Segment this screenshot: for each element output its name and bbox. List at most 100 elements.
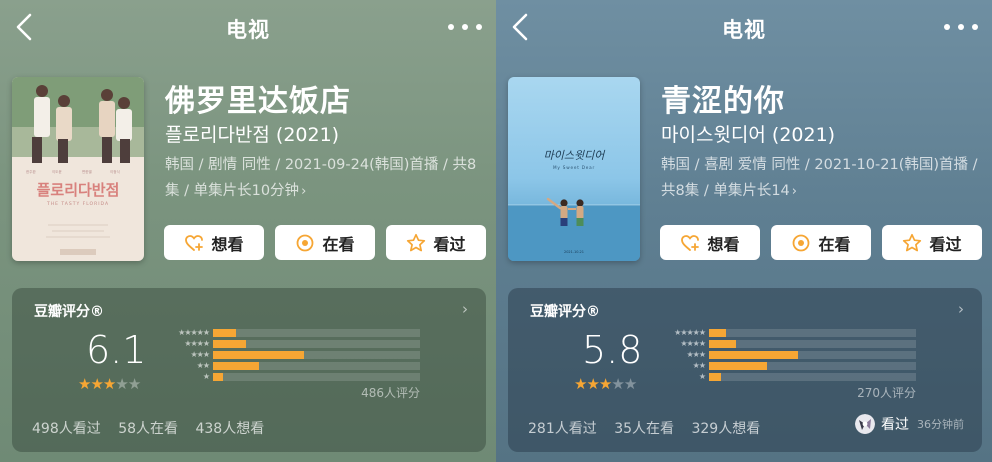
poster[interactable]: 한주완 이도윤 변한별 이정식 플로리다반점 THE TASTY FLORIDA [12,77,144,261]
histogram-bar [709,373,722,381]
histogram-row: ★★★★ [654,339,924,349]
chevron-right-icon[interactable]: › [462,300,468,318]
show-meta-text: 韩国 / 剧情 同性 / 2021-09-24(韩国)首播 / 共8集 / 单集… [165,157,477,199]
histogram-row: ★★ [654,361,924,371]
histogram-star-label: ★ [698,372,706,381]
histogram-row: ★ [654,372,924,382]
more-icon [448,24,454,30]
watched-button[interactable]: 看过 [882,225,982,260]
star-empty-icon: ★ [127,375,141,393]
rating-count: 486人评分 [361,386,420,400]
histogram-track [213,329,420,337]
watching-count: 35人在看 [614,421,675,437]
watched-count: 498人看过 [32,421,101,437]
avatar [855,414,875,434]
target-icon [297,234,314,251]
friend-activity[interactable]: 看过 36分钟前 [855,414,964,434]
histogram-row: ★ [158,372,428,382]
chevron-right-icon[interactable]: › [958,300,964,318]
histogram-star-label: ★ [202,372,210,381]
svg-text:2021.10.21: 2021.10.21 [564,250,584,254]
activity-label: 看过 [881,417,909,433]
star-empty-icon: ★ [611,375,624,393]
poster-subtitle: My Sweet Dear [553,165,595,170]
histogram-track [709,329,916,337]
histogram-row: ★★★★★ [158,328,428,338]
show-original-title: 플로리다반점 (2021) [165,124,340,146]
nav-title: 电视 [226,18,270,42]
right-panel: 电视 마이스윗디어 My Sweet Dear 2021.10.21 青涩的你 … [496,0,992,462]
watching-button[interactable]: 在看 [771,225,871,260]
target-icon [793,234,810,251]
rating-score: 5.8 [582,328,643,372]
histogram-bar [213,329,236,337]
histogram-track [213,340,420,348]
heart-plus-icon [681,234,700,251]
watching-label: 在看 [322,234,355,254]
histogram-track [213,362,420,370]
more-button[interactable] [448,16,482,38]
histogram-row: ★★★★★ [654,328,924,338]
histogram-row: ★★ [158,361,428,371]
watched-label: 看过 [433,234,466,254]
histogram-row: ★★★ [654,350,924,360]
histogram-track [709,373,916,381]
want-button[interactable]: 想看 [164,225,264,260]
rating-count: 270人评分 [857,386,916,400]
svg-text:변한별: 변한별 [82,169,92,174]
poster[interactable]: 마이스윗디어 My Sweet Dear 2021.10.21 [508,77,640,261]
poster-subtitle: THE TASTY FLORIDA [46,201,109,207]
star-filled-icon: ★ [102,375,116,393]
star-outline-icon [903,233,922,251]
svg-text:한주완: 한주완 [26,169,36,174]
star-filled-icon: ★ [586,375,599,393]
histogram-bar [213,340,247,348]
chevron-right-icon: › [791,184,797,199]
star-empty-icon: ★ [623,375,637,393]
rating-histogram: ★★★★★ ★★★★ ★★★ ★★ ★ [654,328,924,385]
heart-plus-icon [185,234,204,251]
rating-stars: ★★★★★ [78,375,141,393]
rating-histogram: ★★★★★ ★★★★ ★★★ ★★ ★ [158,328,428,385]
show-meta[interactable]: 韩国 / 剧情 同性 / 2021-09-24(韩国)首播 / 共8集 / 单集… [165,152,483,205]
top-bar: 电视 [496,0,992,54]
histogram-bar [213,362,259,370]
histogram-bar [709,340,736,348]
histogram-bar [709,351,798,359]
audience-stats: 281人看过 35人在看 329人想看 [528,418,773,438]
show-title: 青涩的你 [661,84,785,119]
histogram-track [213,351,420,359]
more-button[interactable] [944,16,978,38]
nav-title: 电视 [722,18,766,42]
want-label: 想看 [707,234,740,254]
want-button[interactable]: 想看 [660,225,760,260]
audience-stats: 498人看过 58人在看 438人想看 [32,418,277,438]
poster-title: 플로리다반점 [37,181,120,199]
watching-label: 在看 [818,234,851,254]
star-empty-icon: ★ [115,375,128,393]
star-filled-icon: ★ [574,375,587,393]
histogram-bar [213,351,305,359]
more-icon [944,24,950,30]
histogram-track [709,362,916,370]
want-label: 想看 [211,234,244,254]
top-bar: 电视 [0,0,496,54]
histogram-bar [709,329,726,337]
watching-button[interactable]: 在看 [275,225,375,260]
rating-card: 豆瓣评分® › 6.1 ★★★★★ ★★★★★ ★★★★ ★★★ ★★ ★ 486人评分… [12,288,486,452]
star-outline-icon [407,233,426,251]
show-original-title: 마이스윗디어 (2021) [661,124,836,146]
rating-label: 豆瓣评分® [34,304,104,320]
rating-score: 6.1 [86,328,147,372]
histogram-row: ★★★ [158,350,428,360]
watched-button[interactable]: 看过 [386,225,486,260]
histogram-track [213,373,420,381]
rating-card: 豆瓣评分® › 5.8 ★★★★★ ★★★★★ ★★★★ ★★★ ★★ ★ 270人评分… [508,288,982,452]
show-meta[interactable]: 韩国 / 喜剧 爱情 同性 / 2021-10-21(韩国)首播 / 共8集 /… [661,152,979,205]
show-title: 佛罗里达饭店 [165,84,351,119]
histogram-bar [709,362,767,370]
star-filled-icon: ★ [598,375,612,393]
chevron-right-icon: › [301,184,307,199]
rating-stars: ★★★★★ [574,375,637,393]
histogram-row: ★★★★ [158,339,428,349]
